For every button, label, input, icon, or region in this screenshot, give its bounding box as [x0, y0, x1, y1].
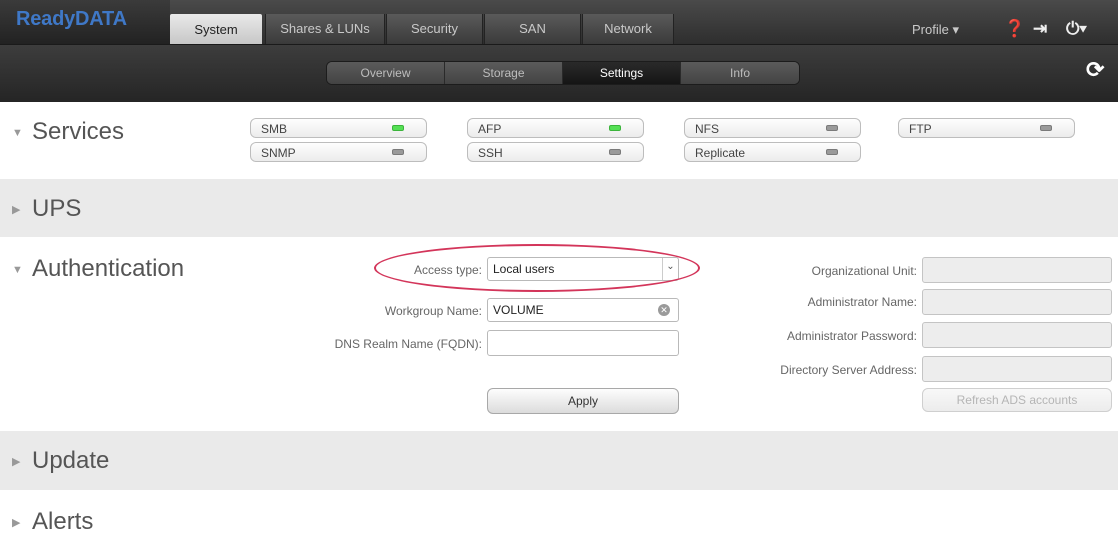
update-section: ▶ Update	[0, 431, 1118, 490]
organizational-unit-input	[922, 257, 1112, 283]
refresh-ads-accounts-button: Refresh ADS accounts	[922, 388, 1112, 412]
service-label: Replicate	[695, 146, 746, 160]
subtab-overview[interactable]: Overview	[327, 62, 445, 84]
service-label: SMB	[261, 122, 288, 136]
collapsed-triangle-icon: ▶	[12, 456, 21, 469]
workgroup-name-input[interactable]: VOLUME ✕	[487, 298, 679, 322]
sub-nav-bar: Overview Storage Settings Info ⟳	[0, 44, 1118, 102]
apply-button[interactable]: Apply	[487, 388, 679, 414]
sub-tab-group: Overview Storage Settings Info	[326, 61, 800, 85]
status-led-icon	[392, 149, 404, 155]
service-ftp[interactable]: FTP	[898, 118, 1075, 138]
status-led-icon	[392, 125, 404, 131]
alerts-section: ▶ Alerts	[0, 490, 1118, 556]
service-label: SNMP	[261, 146, 296, 160]
status-led-icon	[609, 149, 621, 155]
tab-shares-luns[interactable]: Shares & LUNs	[265, 14, 385, 44]
top-nav-bar: ReadyDATA System Shares & LUNs Security …	[0, 0, 1118, 44]
dns-realm-input[interactable]	[487, 330, 679, 356]
workgroup-name-label: Workgroup Name:	[384, 304, 482, 318]
service-replicate[interactable]: Replicate	[684, 142, 861, 162]
service-label: SSH	[478, 146, 503, 160]
readydata-logo: ReadyDATA	[0, 0, 170, 44]
administrator-password-label: Administrator Password:	[786, 329, 917, 343]
power-icon[interactable]: ⏻▾	[1066, 19, 1087, 39]
tab-network[interactable]: Network	[582, 14, 674, 44]
alerts-title: Alerts	[32, 508, 94, 535]
service-nfs[interactable]: NFS	[684, 118, 861, 138]
expanded-triangle-icon: ▼	[12, 263, 23, 276]
service-afp[interactable]: AFP	[467, 118, 644, 138]
service-label: NFS	[695, 122, 719, 136]
workgroup-name-value: VOLUME	[493, 303, 544, 317]
access-type-value: Local users	[493, 262, 555, 276]
organizational-unit-label: Organizational Unit:	[811, 264, 917, 278]
tab-system[interactable]: System	[170, 14, 262, 44]
chevron-down-icon: ⌄	[662, 258, 678, 280]
service-smb[interactable]: SMB	[250, 118, 427, 138]
service-label: AFP	[478, 122, 502, 136]
service-ssh[interactable]: SSH	[467, 142, 644, 162]
collapsed-triangle-icon: ▶	[12, 204, 21, 217]
directory-server-label: Directory Server Address:	[780, 363, 917, 377]
ups-header[interactable]: ▶ UPS	[12, 195, 81, 223]
access-type-select[interactable]: Local users ⌄	[487, 257, 679, 281]
subtab-storage[interactable]: Storage	[445, 62, 563, 84]
administrator-password-input	[922, 322, 1112, 348]
administrator-name-label: Administrator Name:	[807, 295, 917, 309]
administrator-name-input	[922, 289, 1112, 315]
update-title: Update	[32, 447, 110, 474]
subtab-info[interactable]: Info	[681, 62, 799, 84]
status-led-icon	[826, 125, 838, 131]
authentication-title: Authentication	[32, 255, 185, 282]
subtab-settings[interactable]: Settings	[563, 62, 681, 84]
ups-title: UPS	[32, 195, 82, 222]
access-type-label: Access type:	[413, 263, 482, 277]
update-header[interactable]: ▶ Update	[12, 447, 109, 475]
profile-menu[interactable]: Profile ▾	[912, 22, 959, 38]
tab-security[interactable]: Security	[386, 14, 483, 44]
status-led-icon	[609, 125, 621, 131]
expanded-triangle-icon: ▼	[12, 126, 23, 139]
tab-san[interactable]: SAN	[484, 14, 581, 44]
logout-icon[interactable]: ⇥	[1033, 19, 1047, 39]
ups-section: ▶ UPS	[0, 179, 1118, 237]
services-section: ▼ Services SMB AFP NFS FTP SNMP SSH Repli…	[0, 102, 1118, 178]
service-label: FTP	[909, 122, 932, 136]
services-title: Services	[32, 118, 125, 145]
collapsed-triangle-icon: ▶	[12, 517, 21, 530]
alerts-header[interactable]: ▶ Alerts	[12, 508, 93, 536]
dns-realm-label: DNS Realm Name (FQDN):	[334, 337, 482, 351]
status-led-icon	[826, 149, 838, 155]
services-header[interactable]: ▼ Services	[12, 118, 124, 146]
directory-server-input	[922, 356, 1112, 382]
refresh-icon[interactable]: ⟳	[1086, 57, 1104, 83]
clear-input-icon[interactable]: ✕	[658, 304, 670, 316]
authentication-header[interactable]: ▼ Authentication	[12, 255, 184, 283]
help-icon[interactable]: ❓	[1004, 19, 1025, 39]
service-snmp[interactable]: SNMP	[250, 142, 427, 162]
status-led-icon	[1040, 125, 1052, 131]
